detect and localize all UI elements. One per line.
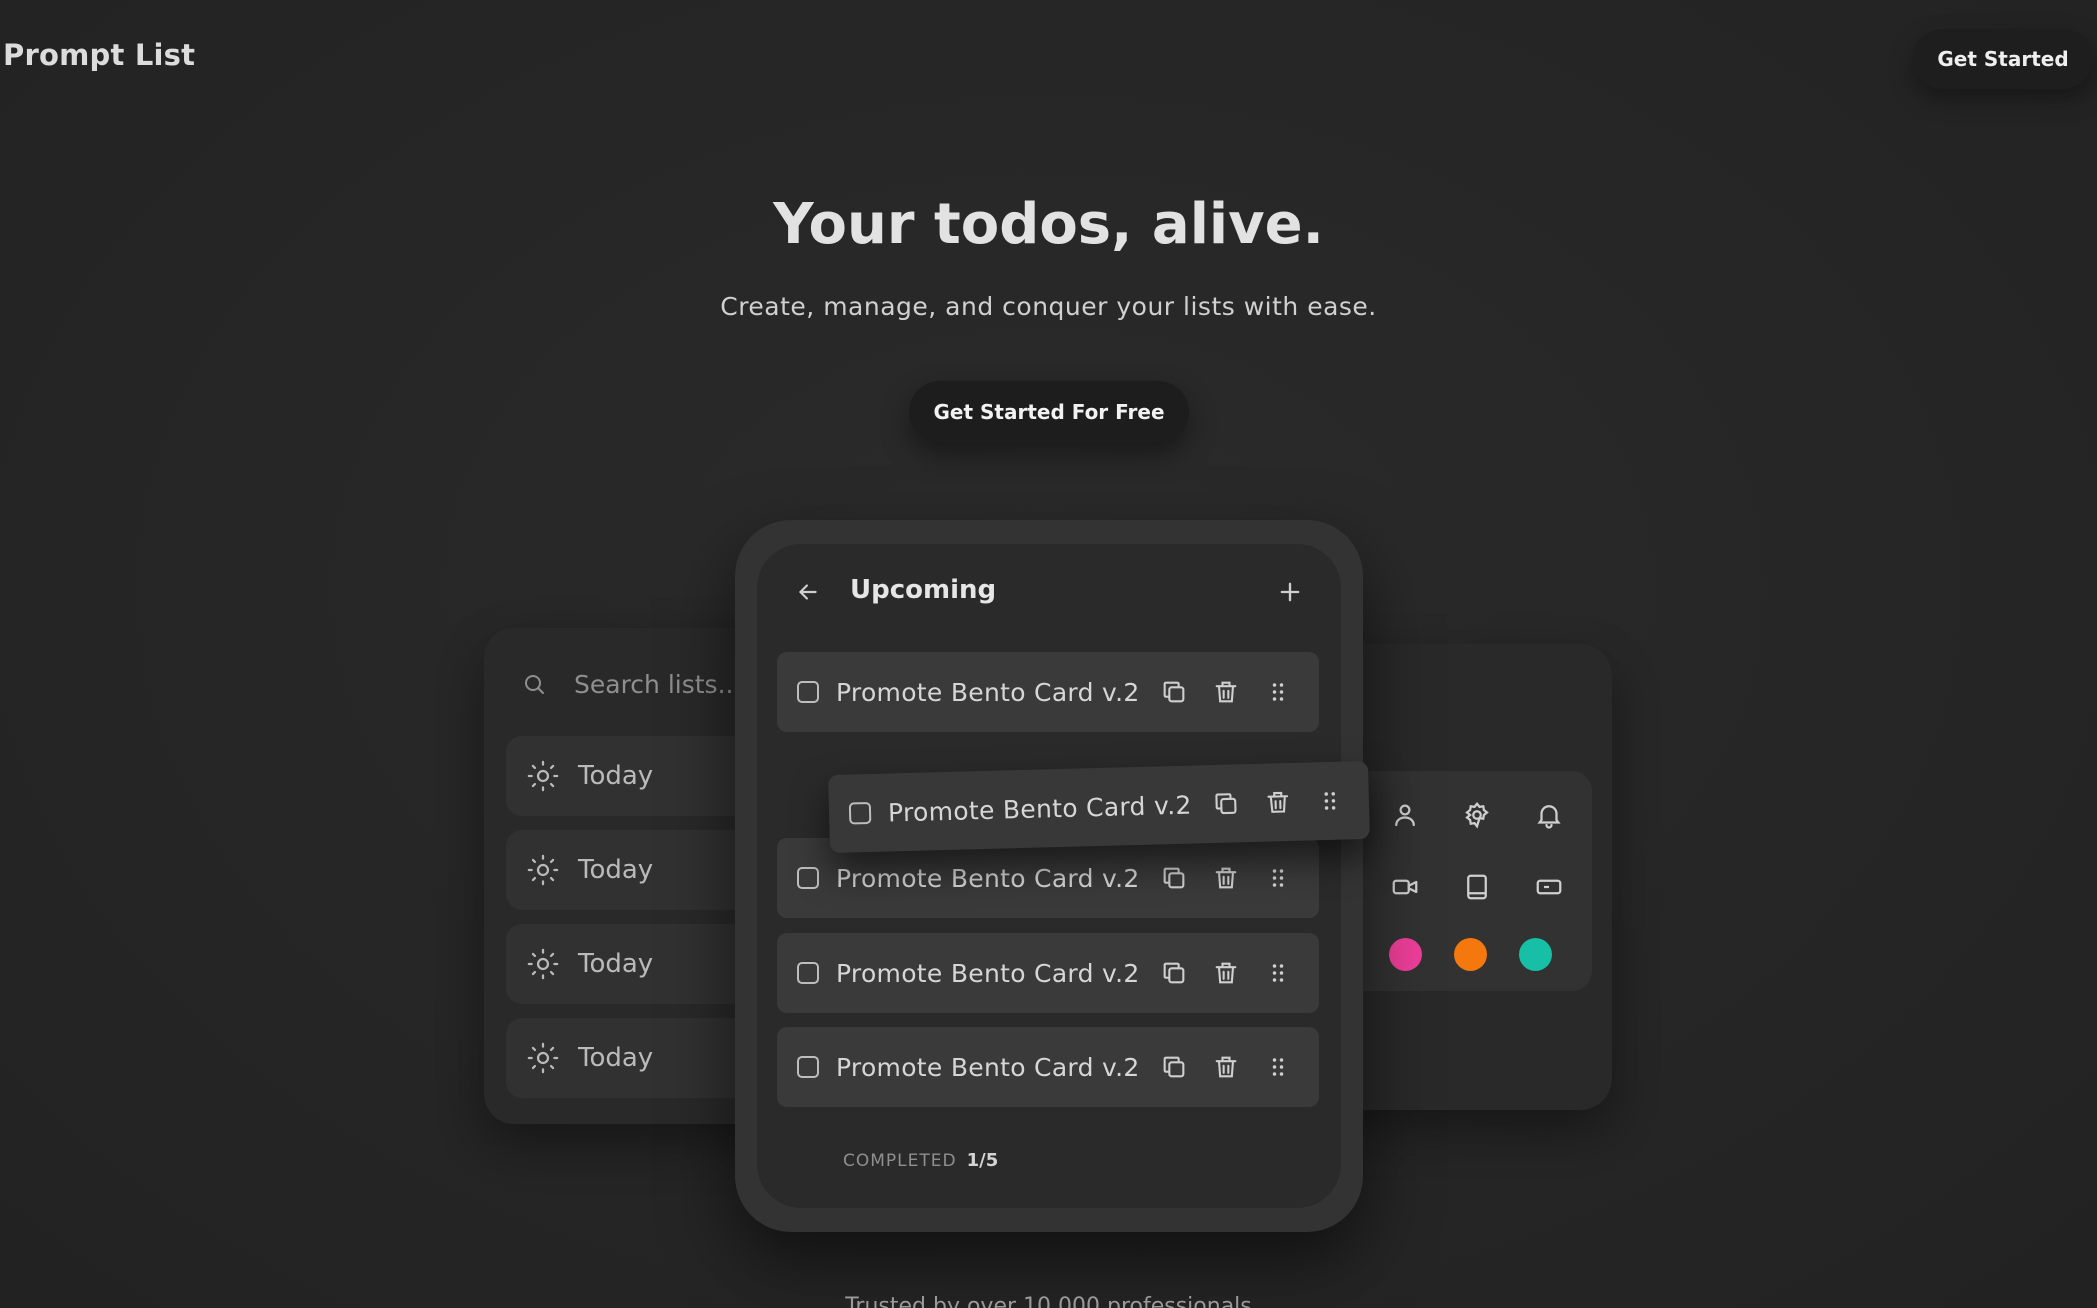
drag-handle-icon[interactable] bbox=[1264, 959, 1292, 987]
trash-icon[interactable] bbox=[1212, 864, 1240, 892]
settings-icon[interactable] bbox=[1462, 800, 1492, 830]
task-label: Promote Bento Card v.2 bbox=[887, 790, 1192, 828]
drag-handle-icon[interactable] bbox=[1316, 787, 1345, 816]
hero-title: Your todos, alive. bbox=[773, 192, 1324, 257]
icon-picker-panel bbox=[1323, 771, 1592, 991]
video-icon[interactable] bbox=[1390, 872, 1420, 902]
drag-handle-icon[interactable] bbox=[1264, 1053, 1292, 1081]
drag-handle-icon[interactable] bbox=[1264, 864, 1292, 892]
add-task-icon[interactable] bbox=[1276, 578, 1304, 606]
sun-icon bbox=[526, 947, 560, 981]
list-item-label: Today bbox=[578, 949, 654, 979]
page: Prompt List Get Started Your todos, aliv… bbox=[0, 0, 2097, 1308]
copy-icon[interactable] bbox=[1160, 864, 1188, 892]
completed-label: COMPLETED bbox=[843, 1151, 957, 1171]
task-row[interactable]: Promote Bento Card v.2 bbox=[777, 933, 1319, 1013]
social-proof-text: Trusted by over 10,000 professionals bbox=[845, 1294, 1252, 1308]
task-checkbox[interactable] bbox=[848, 801, 872, 825]
completed-count: 1/5 bbox=[966, 1150, 999, 1171]
task-checkbox[interactable] bbox=[797, 867, 819, 889]
back-arrow-icon[interactable] bbox=[795, 579, 821, 605]
sun-icon bbox=[526, 1041, 560, 1075]
dragging-task-row[interactable]: Promote Bento Card v.2 bbox=[828, 760, 1370, 854]
drag-handle-icon[interactable] bbox=[1264, 678, 1292, 706]
list-item-label: Today bbox=[578, 1043, 654, 1073]
search-bar[interactable]: Search lists... bbox=[522, 664, 741, 704]
task-label: Promote Bento Card v.2 bbox=[836, 958, 1140, 988]
task-label: Promote Bento Card v.2 bbox=[836, 677, 1140, 707]
list-title: Upcoming bbox=[850, 575, 997, 605]
hero-subtitle: Create, manage, and conquer your lists w… bbox=[720, 292, 1377, 321]
get-started-button[interactable]: Get Started bbox=[1913, 29, 2093, 89]
task-checkbox[interactable] bbox=[797, 962, 819, 984]
trash-icon[interactable] bbox=[1212, 1053, 1240, 1081]
copy-icon[interactable] bbox=[1160, 1053, 1188, 1081]
color-swatch-pink[interactable] bbox=[1389, 938, 1422, 971]
task-label: Promote Bento Card v.2 bbox=[836, 1052, 1140, 1082]
task-label: Promote Bento Card v.2 bbox=[836, 863, 1140, 893]
user-icon[interactable] bbox=[1390, 800, 1420, 830]
task-checkbox[interactable] bbox=[797, 681, 819, 703]
trash-icon[interactable] bbox=[1212, 678, 1240, 706]
sun-icon bbox=[526, 759, 560, 793]
trash-icon[interactable] bbox=[1264, 788, 1293, 817]
task-checkbox[interactable] bbox=[797, 1056, 819, 1078]
copy-icon[interactable] bbox=[1212, 789, 1241, 818]
color-swatch-teal[interactable] bbox=[1519, 938, 1552, 971]
search-input[interactable]: Search lists... bbox=[574, 670, 741, 699]
sun-icon bbox=[526, 853, 560, 887]
ticket-icon[interactable] bbox=[1534, 872, 1564, 902]
list-item-label: Today bbox=[578, 855, 654, 885]
tablet-icon[interactable] bbox=[1462, 872, 1492, 902]
list-item-label: Today bbox=[578, 761, 654, 791]
search-icon bbox=[522, 672, 546, 696]
copy-icon[interactable] bbox=[1160, 678, 1188, 706]
trash-icon[interactable] bbox=[1212, 959, 1240, 987]
get-started-free-button[interactable]: Get Started For Free bbox=[909, 381, 1189, 443]
task-row[interactable]: Promote Bento Card v.2 bbox=[777, 652, 1319, 732]
bell-icon[interactable] bbox=[1534, 800, 1564, 830]
brand-logo[interactable]: Prompt List bbox=[3, 38, 195, 72]
copy-icon[interactable] bbox=[1160, 959, 1188, 987]
color-swatch-orange[interactable] bbox=[1454, 938, 1487, 971]
task-row[interactable]: Promote Bento Card v.2 bbox=[777, 1027, 1319, 1107]
completed-summary: COMPLETED 1/5 bbox=[843, 1150, 998, 1171]
